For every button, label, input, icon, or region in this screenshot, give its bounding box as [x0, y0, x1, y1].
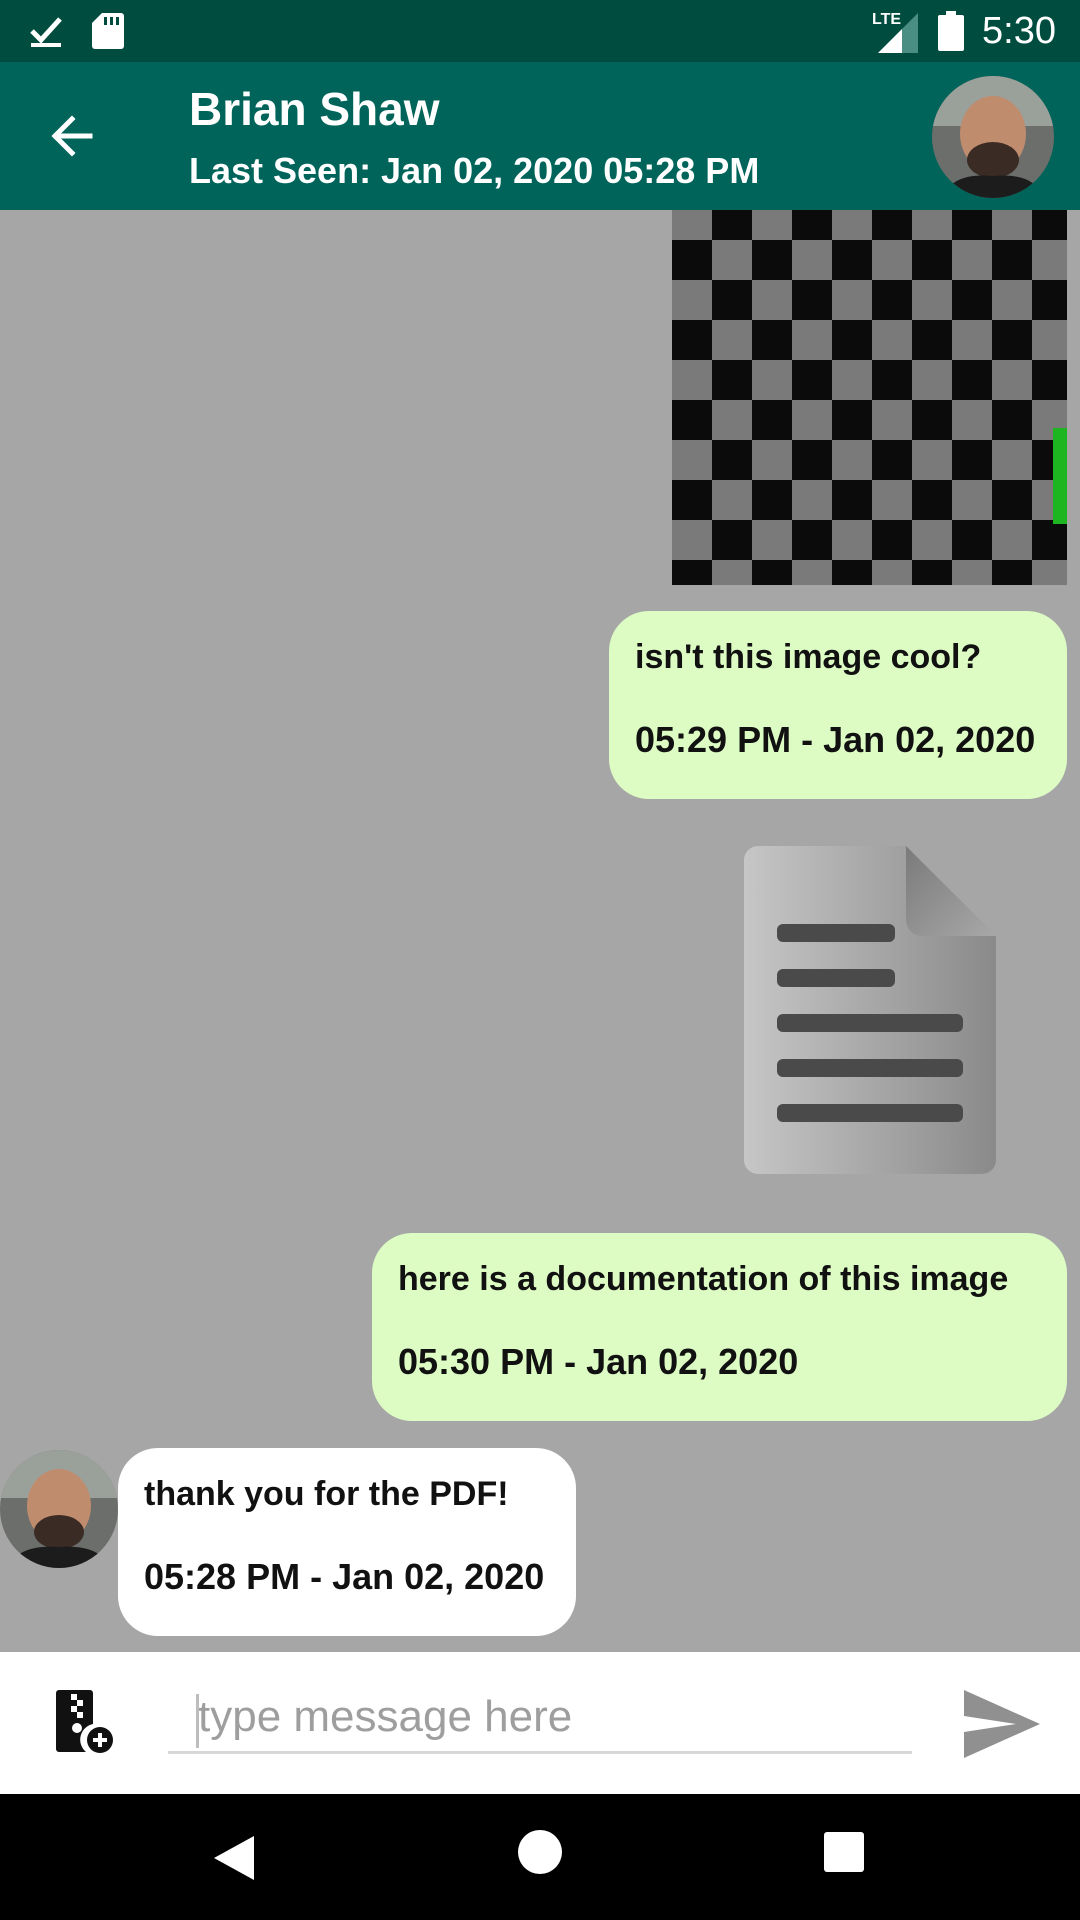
- clock: 5:30: [982, 10, 1056, 52]
- attach-file-icon[interactable]: [56, 1690, 114, 1754]
- message-composer: [0, 1652, 1080, 1794]
- battery-icon: [938, 11, 965, 51]
- navigation-bar: [0, 1794, 1080, 1920]
- nav-home-icon[interactable]: [518, 1830, 562, 1874]
- image-message[interactable]: [672, 210, 1067, 585]
- image-detail: [1053, 428, 1067, 524]
- text-cursor: [196, 1694, 199, 1748]
- message-bubble-outgoing[interactable]: isn't this image cool? 05:29 PM - Jan 02…: [609, 611, 1067, 799]
- message-input[interactable]: [168, 1682, 912, 1754]
- chat-messages[interactable]: isn't this image cool? 05:29 PM - Jan 02…: [0, 210, 1080, 1652]
- document-icon[interactable]: [744, 846, 996, 1174]
- last-seen-status: Last Seen: Jan 02, 2020 05:28 PM: [189, 150, 760, 191]
- download-done-icon: [30, 17, 62, 47]
- message-time: 05:28 PM - Jan 02, 2020: [144, 1556, 545, 1597]
- arrow-back-icon[interactable]: [40, 104, 104, 168]
- message-bubble-incoming[interactable]: thank you for the PDF! 05:28 PM - Jan 02…: [118, 1448, 576, 1636]
- nav-recents-icon[interactable]: [824, 1832, 864, 1872]
- status-bar: LTE 5:30: [0, 0, 1080, 62]
- app-bar: Brian Shaw Last Seen: Jan 02, 2020 05:28…: [0, 62, 1080, 210]
- message-text: thank you for the PDF!: [144, 1475, 509, 1513]
- signal-icon: LTE: [872, 9, 920, 53]
- sender-avatar[interactable]: [0, 1450, 118, 1568]
- contact-name[interactable]: Brian Shaw: [189, 82, 440, 136]
- nav-back-icon[interactable]: [210, 1834, 260, 1882]
- message-bubble-outgoing[interactable]: here is a documentation of this image 05…: [372, 1233, 1067, 1421]
- message-time: 05:30 PM - Jan 02, 2020: [398, 1341, 799, 1382]
- message-text: isn't this image cool?: [635, 638, 982, 676]
- send-icon[interactable]: [960, 1686, 1044, 1762]
- message-text: here is a documentation of this image: [398, 1260, 1009, 1298]
- message-time: 05:29 PM - Jan 02, 2020: [635, 719, 1036, 760]
- contact-avatar[interactable]: [932, 76, 1054, 198]
- sd-card-icon: [92, 13, 124, 49]
